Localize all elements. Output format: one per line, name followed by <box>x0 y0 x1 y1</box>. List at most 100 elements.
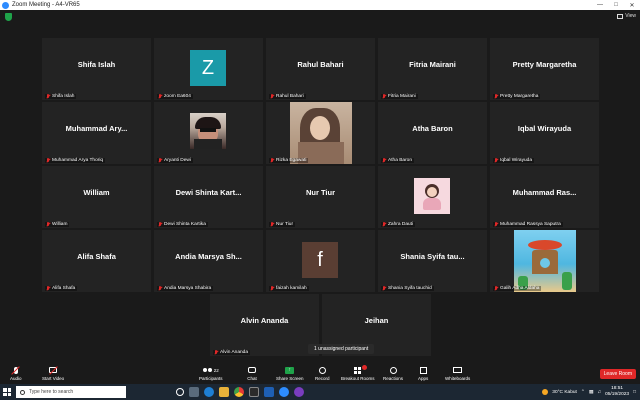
participant-name: zoom Ea604 <box>164 94 191 99</box>
chat-button[interactable]: Chat <box>247 366 257 381</box>
share-screen-icon: ↑ <box>285 366 295 374</box>
participant-tile[interactable]: Galih Adha Aldaha <box>490 230 599 292</box>
weather-sun-icon <box>542 389 549 395</box>
window-controls: — □ ✕ <box>592 0 640 10</box>
windows-taskbar: Type here to search 30°C Kabut ⌃ ▩ ♫ 18:… <box>0 384 640 400</box>
meeting-toolbar: Audio Start Video 22 Participants Chat ↑… <box>0 364 640 384</box>
chrome-icon[interactable] <box>234 387 244 397</box>
apps-label: Apps <box>418 376 429 381</box>
participant-name: Muhammad Arya Thoriq <box>52 158 104 163</box>
participant-tile[interactable]: Shifa Islah Shifa Islah <box>42 38 151 100</box>
participant-name: Rizka Egawati <box>276 158 307 163</box>
muted-mic-icon <box>46 222 50 227</box>
zoom-logo-icon <box>2 1 9 9</box>
cortana-icon[interactable] <box>176 388 184 396</box>
participant-tile[interactable]: Muhammad Ras... Muhammad Rassya Saputra <box>490 166 599 228</box>
network-icon[interactable]: ▩ <box>589 390 594 395</box>
participant-tile[interactable]: Fitria Mairani Fitria Mairani <box>378 38 487 100</box>
participant-tile[interactable]: Andia Marsya Sh... Andia Marsya Shabira <box>154 230 263 292</box>
leave-room-button[interactable]: Leave Room <box>599 369 636 379</box>
participant-name: Iqbal Wirayuda <box>500 158 532 163</box>
participant-tile[interactable]: Dewi Shinta Kart... Dewi Shinta Kartika <box>154 166 263 228</box>
breakout-rooms-button[interactable]: Breakout Rooms <box>341 365 375 381</box>
muted-mic-icon <box>158 94 162 99</box>
muted-mic-icon <box>270 286 274 291</box>
participant-tile[interactable]: Nur Tiur Nur Tiur <box>266 166 375 228</box>
store-icon[interactable] <box>264 387 274 397</box>
participant-tile[interactable]: Shania Syifa tau... Shania Syifa tauchid <box>378 230 487 292</box>
minimize-icon[interactable]: — <box>592 0 608 10</box>
muted-mic-icon <box>494 286 498 291</box>
participant-tile[interactable]: William William <box>42 166 151 228</box>
record-button[interactable]: Record <box>315 366 330 381</box>
title-bar: Zoom Meeting - A4-VR65 — □ ✕ <box>0 0 640 10</box>
tray-chevron-icon[interactable]: ⌃ <box>581 390 585 395</box>
app-icon[interactable] <box>249 387 259 397</box>
audio-button[interactable]: Audio <box>10 365 22 381</box>
participant-display-name: Pretty Margaretha <box>512 60 577 69</box>
avatar-photo <box>514 230 576 292</box>
participant-tile[interactable]: Aryanti Dewi <box>154 102 263 164</box>
close-icon[interactable]: ✕ <box>624 0 640 10</box>
muted-mic-icon <box>382 94 386 99</box>
participant-tile[interactable]: Zahra Dauti <box>378 166 487 228</box>
participant-tile[interactable]: Iqbal Wirayuda Iqbal Wirayuda <box>490 102 599 164</box>
participants-icon: 22 <box>201 366 221 374</box>
zoom-app-icon[interactable] <box>279 387 289 397</box>
share-screen-label: Share Screen <box>276 376 304 381</box>
participant-name: Shifa Islah <box>52 94 75 99</box>
participants-button[interactable]: 22 Participants <box>199 366 223 382</box>
share-screen-button[interactable]: ↑ Share Screen <box>276 366 304 381</box>
participant-tile[interactable]: Alvin Ananda Alvin Ananda <box>210 294 319 356</box>
unassigned-participant-tooltip[interactable]: 1 unassigned participant <box>308 344 375 354</box>
muted-mic-icon <box>158 222 162 227</box>
participant-label: Andia Marsya Shabira <box>157 286 214 291</box>
taskbar-clock[interactable]: 18:51 05/19/2023 <box>605 386 629 398</box>
taskbar-apps <box>176 387 304 397</box>
participant-name: Dewi Shinta Kartika <box>164 222 206 227</box>
start-video-button[interactable]: Start Video <box>42 365 64 381</box>
task-view-icon[interactable] <box>189 387 199 397</box>
audio-label: Audio <box>10 376 22 381</box>
muted-mic-icon <box>270 158 274 163</box>
participants-count: 22 <box>213 367 219 373</box>
muted-mic-icon <box>494 94 498 99</box>
window-title: Zoom Meeting - A4-VR65 <box>12 2 80 8</box>
notifications-icon[interactable]: □ <box>633 390 636 395</box>
system-tray: 30°C Kabut ⌃ ▩ ♫ 18:51 05/19/2023 □ <box>542 384 636 400</box>
whiteboard-icon <box>453 366 463 374</box>
windows-start-icon[interactable] <box>0 384 14 400</box>
participant-label: Shifa Islah <box>45 94 77 99</box>
participant-tile[interactable]: f faizah kamilah <box>266 230 375 292</box>
participant-tile[interactable]: Atha Baron Atha Baron <box>378 102 487 164</box>
participant-label: Zahra Dauti <box>381 222 416 227</box>
search-placeholder: Type here to search <box>29 389 74 395</box>
app-icon[interactable] <box>294 387 304 397</box>
apps-button[interactable]: Apps <box>418 366 428 381</box>
edge-icon[interactable] <box>204 387 214 397</box>
volume-icon[interactable]: ♫ <box>597 390 601 395</box>
participant-tile[interactable]: Muhammad Ary... Muhammad Arya Thoriq <box>42 102 151 164</box>
muted-mic-icon <box>46 94 50 99</box>
participant-tile[interactable]: Alifa Shafa Alifa Shafa <box>42 230 151 292</box>
participant-tile[interactable]: Pretty Margaretha Pretty Margaretha <box>490 38 599 100</box>
weather-text[interactable]: 30°C Kabut <box>552 390 577 395</box>
participant-display-name: Muhammad Ras... <box>512 188 577 197</box>
chat-label: Chat <box>247 376 257 381</box>
participant-label: Galih Adha Aldaha <box>493 286 542 291</box>
participant-tile[interactable]: Rizka Egawati <box>266 102 375 164</box>
whiteboards-button[interactable]: Whiteboards <box>445 366 470 381</box>
whiteboards-label: Whiteboards <box>445 376 471 381</box>
record-icon <box>317 366 327 374</box>
security-shield-icon[interactable] <box>5 13 12 21</box>
maximize-icon[interactable]: □ <box>608 0 624 10</box>
participant-label: Dewi Shinta Kartika <box>157 222 208 227</box>
participant-tile[interactable]: Z zoom Ea604 <box>154 38 263 100</box>
reactions-button[interactable]: Reactions <box>383 366 403 381</box>
zoom-meeting-window: Zoom Meeting - A4-VR65 — □ ✕ View Shifa … <box>0 0 640 400</box>
taskbar-search-box[interactable]: Type here to search <box>16 386 126 398</box>
breakout-rooms-icon <box>353 365 367 374</box>
file-explorer-icon[interactable] <box>219 387 229 397</box>
view-button[interactable]: View <box>617 13 636 19</box>
participant-tile[interactable]: Rahul Bahari Rahul Bahari <box>266 38 375 100</box>
